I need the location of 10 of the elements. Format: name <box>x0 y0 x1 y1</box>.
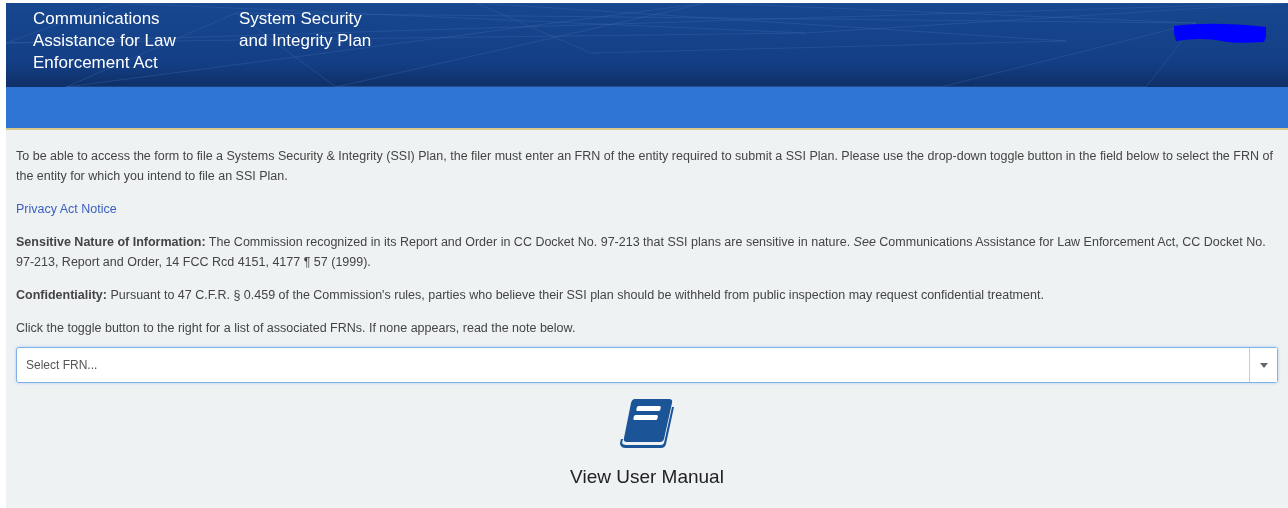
notice-text: Confidentiality: Pursuant to 47 C.F.R. § 0.459 of the Commission's rules, parties who believe their SSI plan should be withheld from public inspection may request confidential treatment. <box>16 287 1045 304</box>
agency-name: Communications Assistance for Law Enforcement Act <box>33 8 177 74</box>
privacy-act-link[interactable]: Privacy Act Notice <box>16 202 117 216</box>
caret-icon <box>1259 362 1268 368</box>
notice-text: Sensitive Nature of Information: The Commission recognized in its Report and Order in CC Docket No. 97-213 that SSI plans are sensitive in nature. See Communications Assistance for Law Enforcement Act, CC Docket No. 97-213, Report and Order, 14 FCC Rcd 4151, 4177 ¶ 57 (1999). <box>16 234 1267 271</box>
user-manual-link[interactable]: View User Manual <box>16 397 1278 487</box>
dropdown-toggle[interactable] <box>1249 348 1277 382</box>
intro-text: To be able to access the form to file a Systems Security & Integrity (SSI) Plan, the filer must enter an FRN of the entity required to submit a SSI Plan. Please use the drop-down toggle button in the field below to select the FRN of the entity for which you intend to file an SSI Plan. <box>16 148 1274 185</box>
notice-text: Click the toggle button to the right for a list of associated FRNs. If none appears, read the note below. <box>16 320 577 337</box>
page-title: System Security and Integrity Plan <box>239 8 373 52</box>
